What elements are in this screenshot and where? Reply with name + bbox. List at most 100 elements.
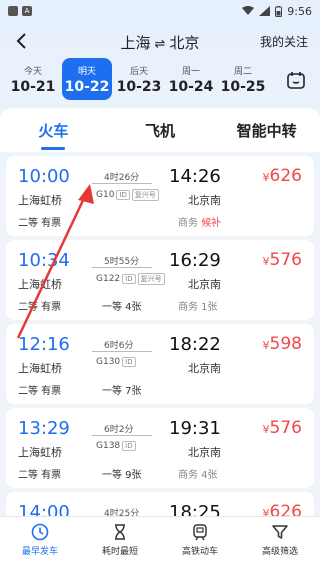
currency-symbol: ¥ [262,255,270,268]
tab-flight[interactable]: 飞机 [107,108,214,152]
second-class-availability: 二等 有票 [18,218,62,229]
top-bar: 上海 ⇌ 北京 我的关注 [0,22,320,60]
date-week-label: 周二 [233,67,252,77]
app-notification-icon: A [22,6,32,16]
arrival-time: 18:25 [169,502,221,516]
date-label: 10-24 [168,79,214,95]
date-item-day-after[interactable]: 后天 10-23 [114,58,164,100]
second-class-availability: 二等 有票 [18,302,62,313]
date-week-label: 今天 [23,67,42,77]
duration-line [92,183,152,184]
business-class-label: 商务 [178,218,198,229]
train-card[interactable]: 10:34 上海虹桥 二等 有票 5时55分 G122 ID 复兴号 一等 4张 1… [6,240,314,320]
ticket-price: ¥598 [263,334,302,354]
date-item-tuesday[interactable]: 周二 10-25 [218,58,268,100]
destination-city: 北京 [169,34,200,52]
business-class-availability: 商务 1张 [178,302,218,313]
nav-label: 耗时最短 [101,547,138,557]
train-card[interactable]: 12:16 上海虹桥 二等 有票 6时6分 G130 ID 一等 7张 18:22… [6,324,314,404]
arrival-time: 14:26 [169,166,221,187]
arrival-station: 北京南 [188,446,221,459]
currency-symbol: ¥ [262,171,270,184]
train-number: G138 ID [96,441,136,451]
duration: 4时26分 [104,173,140,183]
sort-earliest-departure[interactable]: 最早发车 [0,517,80,567]
nav-label: 高级筛选 [261,547,298,557]
duration: 4时25分 [104,509,140,516]
date-selector: 今天 10-21 明天 10-22 后天 10-23 周一 10-24 周二 1… [0,58,320,102]
calendar-icon[interactable] [286,70,306,90]
price-value: 626 [269,502,302,516]
fuxing-tag: 复兴号 [137,273,165,285]
departure-time: 12:16 [18,334,70,355]
id-card-icon: ID [116,190,130,200]
id-card-icon: ID [122,441,136,451]
train-number-label: G122 [96,274,121,284]
arrival-time: 18:22 [169,334,221,355]
advanced-filter[interactable]: 高级筛选 [240,517,320,567]
departure-time: 13:29 [18,418,70,439]
date-label: 10-25 [220,79,266,95]
train-card[interactable]: 13:29 上海虹桥 二等 有票 6时2分 G138 ID 一等 9张 19:31… [6,408,314,488]
duration-line [92,435,152,436]
id-card-icon: ID [122,274,136,284]
date-label: 10-23 [116,79,162,95]
my-follow-button[interactable]: 我的关注 [260,33,308,50]
date-label: 10-21 [10,79,56,95]
date-item-today[interactable]: 今天 10-21 [8,58,58,100]
duration-line [92,267,152,268]
price-value: 626 [269,166,302,186]
date-item-tomorrow[interactable]: 明天 10-22 [62,58,112,100]
duration: 6时6分 [104,341,134,351]
price-value: 576 [269,418,302,438]
train-card[interactable]: 10:00 上海虹桥 二等 有票 4时26分 G10 ID 复兴号 14:26 北京… [6,156,314,236]
ticket-price: ¥626 [263,502,302,516]
train-icon [193,524,207,541]
price-value: 576 [269,250,302,270]
departure-time: 10:34 [18,250,70,271]
id-card-icon: ID [122,357,136,367]
wifi-icon [242,6,255,15]
ticket-price: ¥626 [263,166,302,186]
filter-icon [272,525,288,539]
train-card[interactable]: 14:00 4时25分 18:25 ¥626 [6,492,314,516]
departure-time: 14:00 [18,502,70,516]
clock-icon [31,523,49,541]
arrival-time: 16:29 [169,250,221,271]
filter-high-speed-train[interactable]: 高铁动车 [160,517,240,567]
price-value: 598 [269,334,302,354]
transport-mode-tabs: 火车 飞机 智能中转 [0,108,320,152]
date-label: 10-22 [64,79,110,95]
departure-station: 上海虹桥 [18,446,62,459]
train-number-label: G138 [96,441,121,451]
currency-symbol: ¥ [262,423,270,436]
currency-symbol: ¥ [262,507,270,516]
sort-shortest-duration[interactable]: 耗时最短 [80,517,160,567]
tab-smart-transfer[interactable]: 智能中转 [213,108,320,152]
tab-train[interactable]: 火车 [0,108,107,152]
train-number-label: G130 [96,357,121,367]
arrival-station: 北京南 [188,278,221,291]
waitlist-label: 候补 [201,218,222,229]
swap-icon[interactable]: ⇌ [155,37,166,52]
status-bar: A 9:56 [0,0,320,22]
business-class-availability: 商务 候补 [178,214,221,229]
duration-line [92,351,152,352]
hourglass-icon [115,524,125,540]
fuxing-tag: 复兴号 [131,189,159,201]
arrival-station: 北京南 [188,194,221,207]
nav-label: 高铁动车 [181,547,218,557]
duration: 6时2分 [104,425,134,435]
arrival-time: 19:31 [169,418,221,439]
train-number-label: G10 [96,190,115,200]
date-week-label: 周一 [181,67,200,77]
second-class-availability: 二等 有票 [18,386,62,397]
battery-icon [275,5,283,17]
first-class-availability: 一等 7张 [102,386,142,397]
date-item-monday[interactable]: 周一 10-24 [166,58,216,100]
train-number: G122 ID 复兴号 [96,273,165,285]
ticket-price: ¥576 [263,418,302,438]
bottom-navigation: 最早发车 耗时最短 高铁动车 高级筛选 [0,516,320,567]
origin-city: 上海 [120,34,151,52]
nav-label: 最早发车 [21,547,58,557]
